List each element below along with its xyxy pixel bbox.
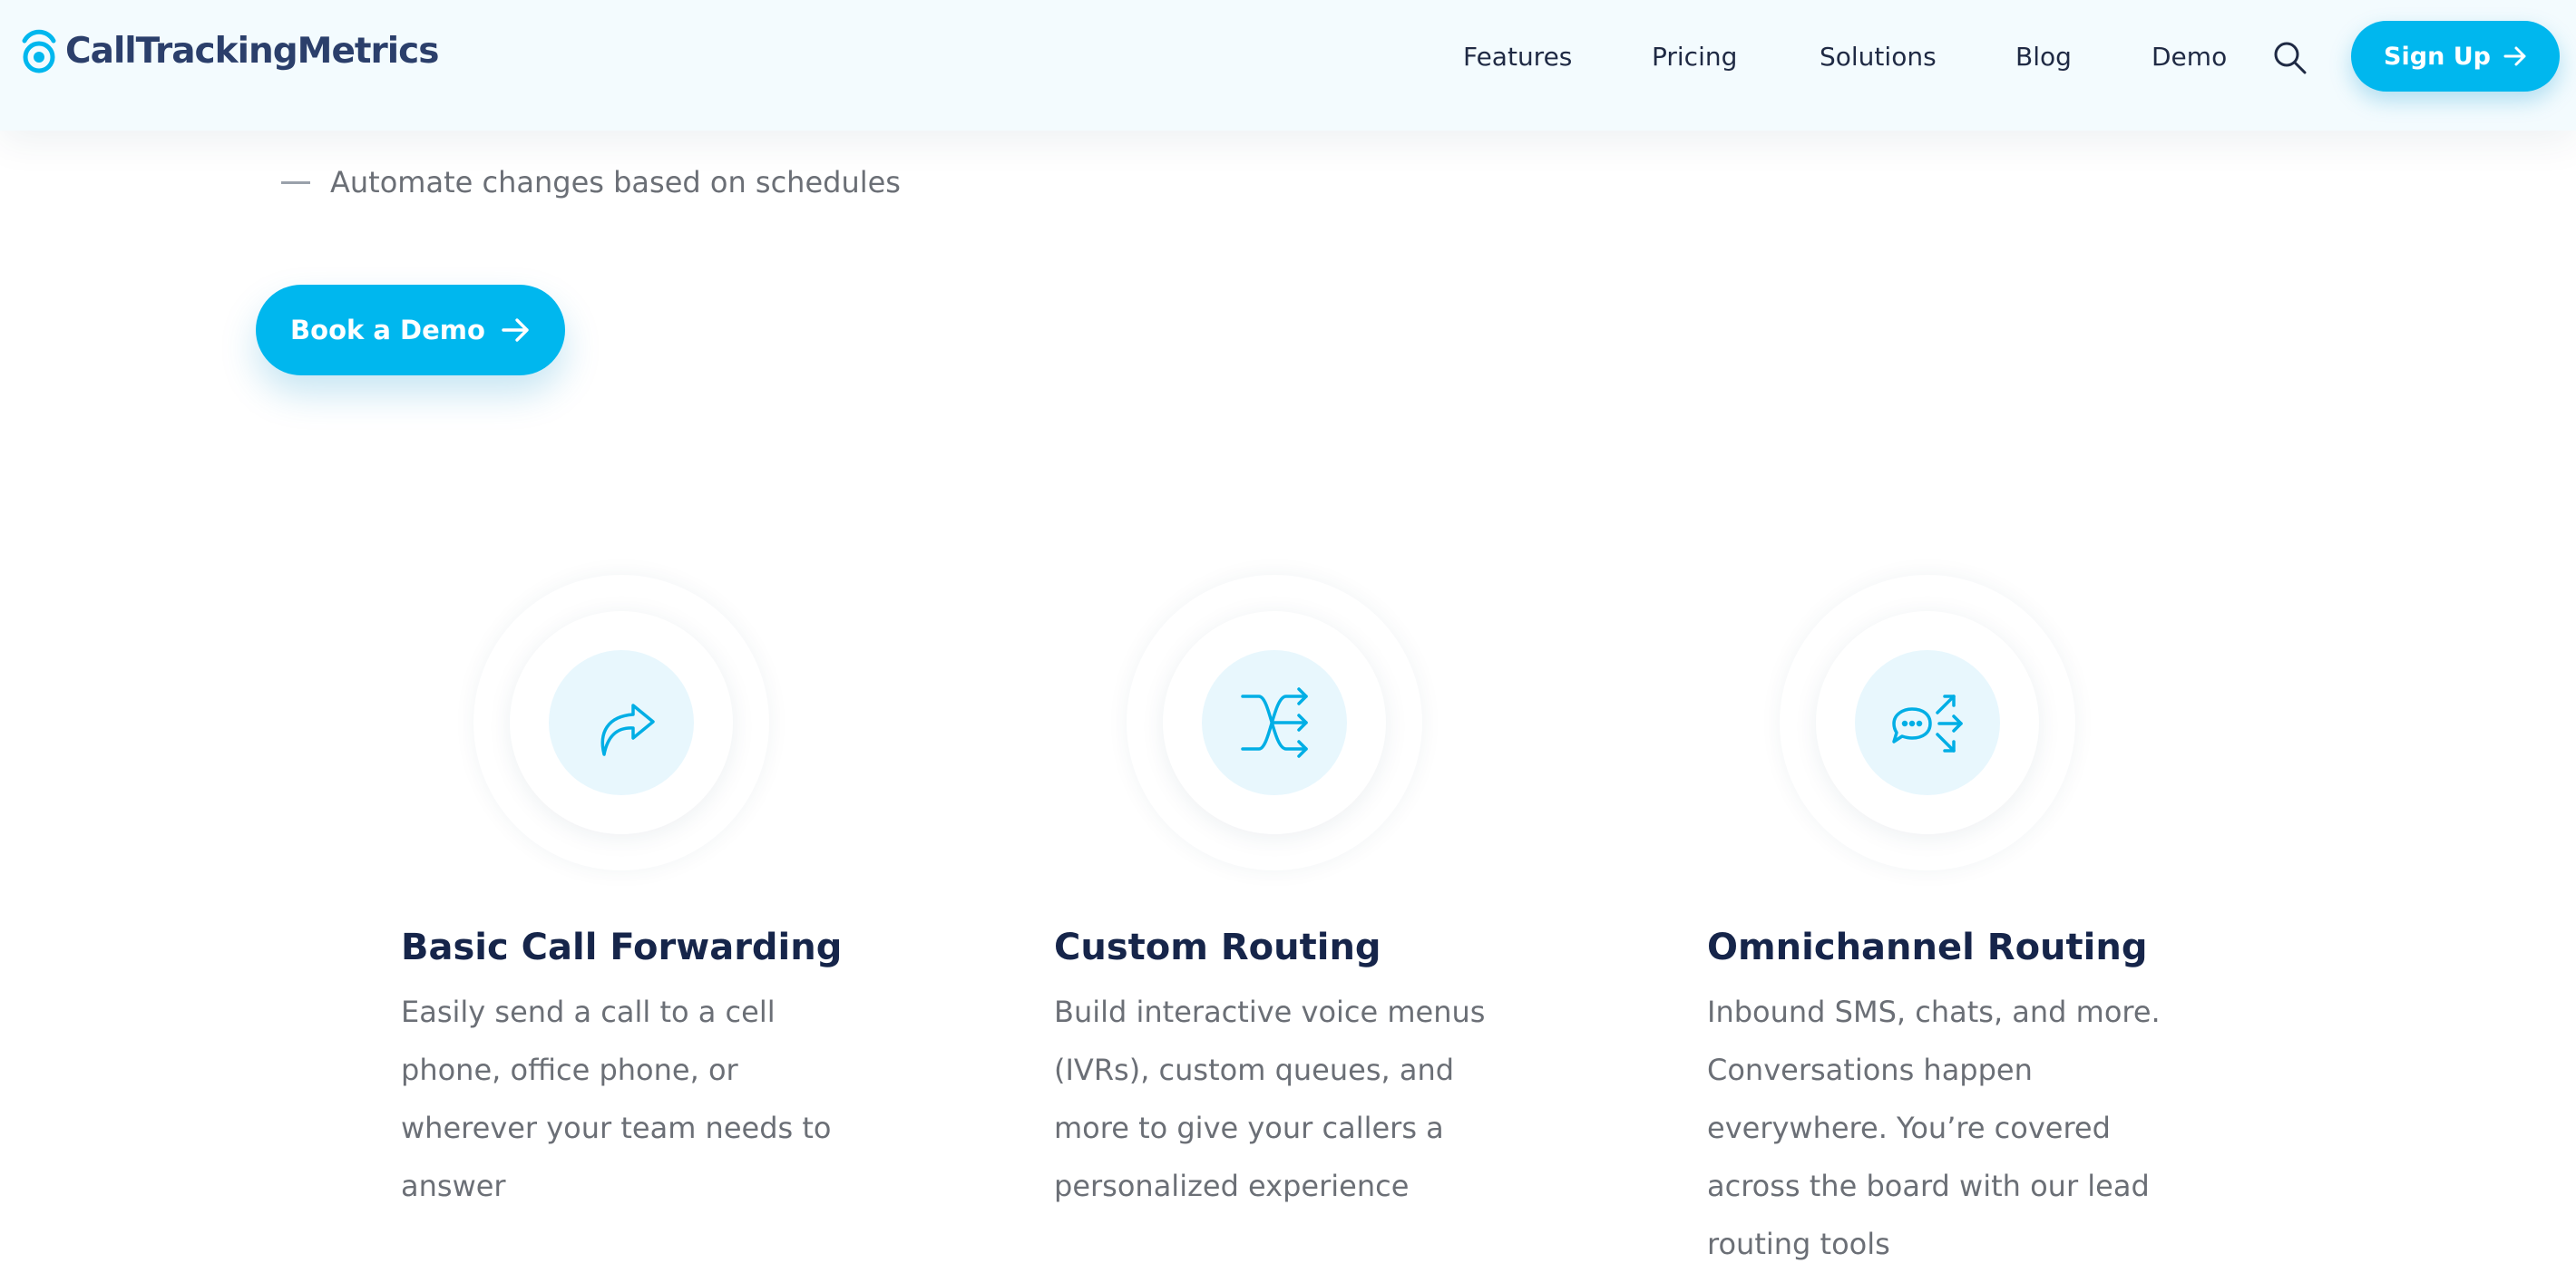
arrow-right-icon — [502, 318, 529, 342]
feature-icon-badge — [1127, 575, 1422, 870]
nav-demo[interactable]: Demo — [2152, 36, 2227, 78]
feature-icon-badge — [1780, 575, 2075, 870]
book-demo-button[interactable]: Book a Demo — [256, 285, 565, 375]
bullet-dash — [281, 180, 310, 184]
shuffle-routing-icon — [1241, 687, 1308, 758]
bullet-text: Automate changes based on schedules — [330, 165, 901, 199]
logo[interactable]: CallTrackingMetrics — [20, 25, 439, 76]
feature-card-omnichannel-routing: Omnichannel Routing Inbound SMS, chats, … — [1707, 575, 2197, 1264]
feature-description: Easily send a call to a cell phone, offi… — [401, 995, 832, 1203]
logo-icon — [22, 29, 56, 73]
sign-up-label: Sign Up — [2384, 42, 2491, 71]
chat-routing-icon — [1892, 695, 1963, 753]
nav-pricing[interactable]: Pricing — [1652, 36, 1737, 78]
nav-solutions[interactable]: Solutions — [1820, 36, 1937, 78]
feature-icon-badge — [473, 575, 769, 870]
arrow-right-icon — [2503, 46, 2526, 66]
icon-ring-inner — [1202, 650, 1347, 795]
feature-card-custom-routing: Custom Routing Build interactive voice m… — [1054, 575, 1544, 1264]
book-demo-label: Book a Demo — [290, 315, 485, 345]
feature-card-basic-forwarding: Basic Call Forwarding Easily send a call… — [401, 575, 891, 1264]
icon-ring-inner — [549, 650, 694, 795]
logo-text: CallTrackingMetrics — [65, 30, 439, 72]
nav-features[interactable]: Features — [1463, 36, 1572, 78]
search-icon[interactable] — [2272, 40, 2308, 76]
nav-blog[interactable]: Blog — [2015, 36, 2072, 78]
feature-description: Inbound SMS, chats, and more. Conversati… — [1707, 995, 2161, 1261]
feature-bullet: Automate changes based on schedules — [281, 160, 901, 205]
site-header: CallTrackingMetrics Features Pricing Sol… — [0, 0, 2576, 131]
feature-title: Basic Call Forwarding — [401, 927, 843, 968]
feature-title: Custom Routing — [1054, 927, 1381, 968]
icon-ring-inner — [1855, 650, 2000, 795]
sign-up-button[interactable]: Sign Up — [2351, 21, 2560, 92]
feature-title: Omnichannel Routing — [1707, 927, 2148, 968]
feature-description: Build interactive voice menus (IVRs), cu… — [1054, 995, 1486, 1203]
forward-arrow-icon — [600, 704, 655, 756]
